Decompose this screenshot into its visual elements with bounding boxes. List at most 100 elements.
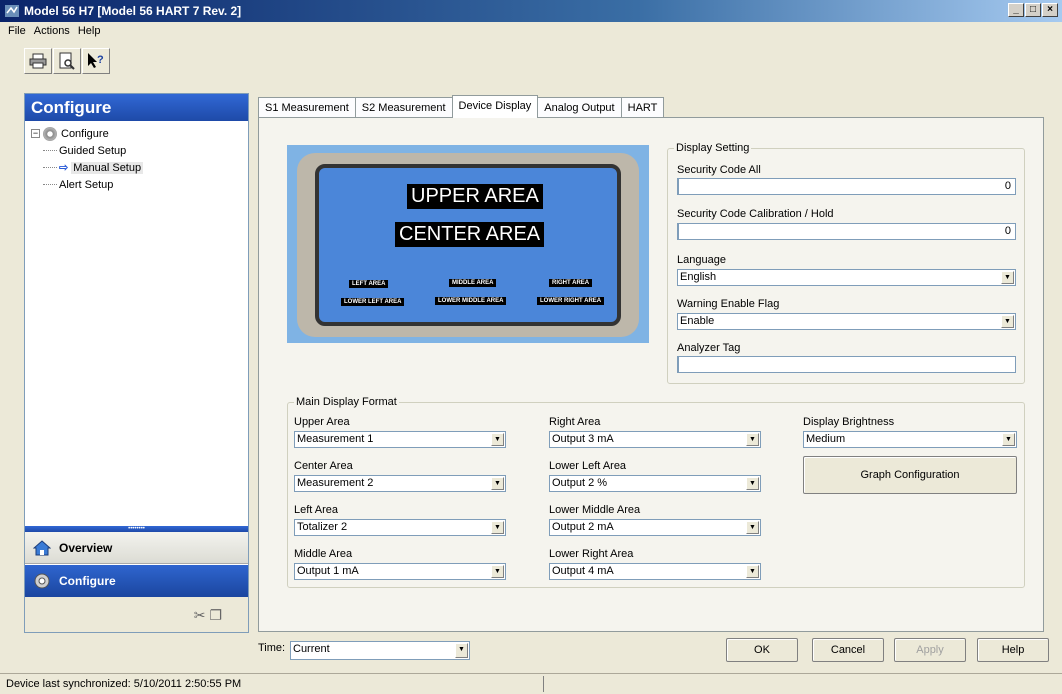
toolbar: ? (24, 48, 110, 74)
tab-device-display[interactable]: Device Display (451, 95, 539, 118)
security-code-all-field[interactable]: 0 (677, 178, 1016, 195)
security-code-cal-field[interactable]: 0 (677, 223, 1016, 240)
overview-label: Overview (59, 540, 113, 555)
gear-icon (43, 126, 57, 141)
lower-middle-select[interactable]: Output 2 mA ▼ (549, 519, 761, 536)
center-area-field-label: Center Area (294, 460, 353, 472)
ok-button[interactable]: OK (726, 638, 798, 662)
home-icon (33, 539, 51, 557)
upper-area-select[interactable]: Measurement 1 ▼ (294, 431, 506, 448)
language-value: English (680, 271, 717, 283)
window-title: Model 56 H7 [Model 56 HART 7 Rev. 2] (24, 4, 242, 18)
graph-configuration-button[interactable]: Graph Configuration (803, 456, 1017, 494)
cancel-button[interactable]: Cancel (812, 638, 884, 662)
chevron-down-icon[interactable]: ▼ (455, 643, 468, 658)
config-tree: − Configure Guided Setup ⇨ Manual Setup … (25, 121, 248, 197)
maximize-button[interactable]: □ (1025, 3, 1041, 17)
device-screen: UPPER AREA CENTER AREA LEFT AREA MIDDLE … (315, 164, 621, 326)
right-area-value: Output 3 mA (552, 433, 614, 445)
warning-enable-select[interactable]: Enable ▼ (677, 313, 1016, 330)
tree-item-guided-setup[interactable]: Guided Setup (31, 142, 242, 159)
collapse-icon[interactable]: − (31, 129, 40, 138)
middle-area-value: Output 1 mA (297, 565, 359, 577)
tree-item-alert-setup[interactable]: Alert Setup (31, 176, 242, 193)
language-label: Language (677, 254, 726, 266)
chevron-down-icon[interactable]: ▼ (491, 433, 504, 446)
menu-help[interactable]: Help (74, 25, 105, 37)
lower-right-select[interactable]: Output 4 mA ▼ (549, 563, 761, 580)
lower-middle-value: Output 2 mA (552, 521, 614, 533)
lower-middle-area-label: LOWER MIDDLE AREA (435, 297, 507, 305)
chevron-down-icon[interactable]: ▼ (746, 565, 759, 578)
lower-right-value: Output 4 mA (552, 565, 614, 577)
left-area-select[interactable]: Totalizer 2 ▼ (294, 519, 506, 536)
chevron-down-icon[interactable]: ▼ (1001, 271, 1014, 284)
tab-s2-measurement[interactable]: S2 Measurement (354, 97, 453, 118)
warning-enable-label: Warning Enable Flag (677, 298, 780, 310)
tree-item-manual-setup[interactable]: ⇨ Manual Setup (31, 159, 242, 176)
svg-text:?: ? (97, 54, 104, 66)
lower-left-select[interactable]: Output 2 % ▼ (549, 475, 761, 492)
tab-hart[interactable]: HART (620, 97, 665, 118)
chevron-down-icon[interactable]: ▼ (746, 477, 759, 490)
context-help-button[interactable]: ? (82, 48, 110, 74)
chevron-down-icon[interactable]: ▼ (491, 477, 504, 490)
status-bar: Device last synchronized: 5/10/2011 2:50… (0, 673, 1062, 694)
device-display-image: UPPER AREA CENTER AREA LEFT AREA MIDDLE … (287, 145, 649, 343)
tree-item-label: Manual Setup (71, 161, 144, 174)
arrow-right-icon: ⇨ (59, 162, 69, 174)
menu-bar: File Actions Help (0, 22, 104, 40)
main-display-format-legend: Main Display Format (296, 396, 397, 408)
tools-icon[interactable]: ✂ (194, 607, 210, 623)
menu-actions[interactable]: Actions (30, 25, 74, 37)
print-button[interactable] (24, 48, 52, 74)
right-area-field-label: Right Area (549, 416, 601, 428)
time-select[interactable]: Current ▼ (290, 641, 470, 660)
time-label: Time: (258, 642, 286, 654)
chevron-down-icon[interactable]: ▼ (1001, 315, 1014, 328)
upper-area-value: Measurement 1 (297, 433, 374, 445)
analyzer-tag-label: Analyzer Tag (677, 342, 741, 354)
tab-analog-output[interactable]: Analog Output (537, 97, 622, 118)
brightness-value: Medium (806, 433, 846, 445)
brightness-select[interactable]: Medium ▼ (803, 431, 1017, 448)
help-button[interactable]: Help (977, 638, 1049, 662)
language-select[interactable]: English ▼ (677, 269, 1016, 286)
pane-options-icon[interactable]: ❐ (209, 607, 226, 623)
chevron-down-icon[interactable]: ▼ (491, 565, 504, 578)
chevron-down-icon[interactable]: ▼ (491, 521, 504, 534)
apply-button[interactable]: Apply (894, 638, 966, 662)
sync-status: Device last synchronized: 5/10/2011 2:50… (6, 678, 242, 690)
left-area-field-label: Left Area (294, 504, 339, 516)
lower-left-field-label: Lower Left Area (549, 460, 627, 472)
brightness-label: Display Brightness (803, 416, 895, 428)
lower-right-area-label: LOWER RIGHT AREA (537, 297, 605, 305)
lower-middle-field-label: Lower Middle Area (549, 504, 641, 516)
analyzer-tag-field[interactable] (677, 356, 1016, 373)
middle-area-label: MIDDLE AREA (449, 279, 497, 287)
middle-area-select[interactable]: Output 1 mA ▼ (294, 563, 506, 580)
center-area-value: Measurement 2 (297, 477, 374, 489)
right-area-select[interactable]: Output 3 mA ▼ (549, 431, 761, 448)
minimize-button[interactable]: _ (1008, 3, 1024, 17)
chevron-down-icon[interactable]: ▼ (746, 521, 759, 534)
menu-file[interactable]: File (4, 25, 30, 37)
upper-area-label: UPPER AREA (407, 184, 543, 209)
tree-root-label: Configure (61, 127, 109, 140)
center-area-select[interactable]: Measurement 2 ▼ (294, 475, 506, 492)
chevron-down-icon[interactable]: ▼ (746, 433, 759, 446)
configure-nav-button[interactable]: Configure (25, 565, 248, 597)
gear-icon (33, 572, 51, 590)
overview-nav-button[interactable]: Overview (25, 532, 248, 564)
print-preview-button[interactable] (53, 48, 81, 74)
middle-area-field-label: Middle Area (294, 548, 353, 560)
app-icon (5, 5, 19, 17)
left-area-label: LEFT AREA (349, 280, 389, 288)
tree-root[interactable]: − Configure (31, 125, 242, 142)
tab-strip: S1 Measurement S2 Measurement Device Dis… (258, 95, 665, 118)
chevron-down-icon[interactable]: ▼ (1002, 433, 1015, 446)
tree-item-label: Alert Setup (59, 178, 114, 191)
title-bar: Model 56 H7 [Model 56 HART 7 Rev. 2] _ □… (0, 0, 1062, 22)
tab-s1-measurement[interactable]: S1 Measurement (258, 97, 356, 118)
close-button[interactable]: × (1042, 3, 1058, 17)
